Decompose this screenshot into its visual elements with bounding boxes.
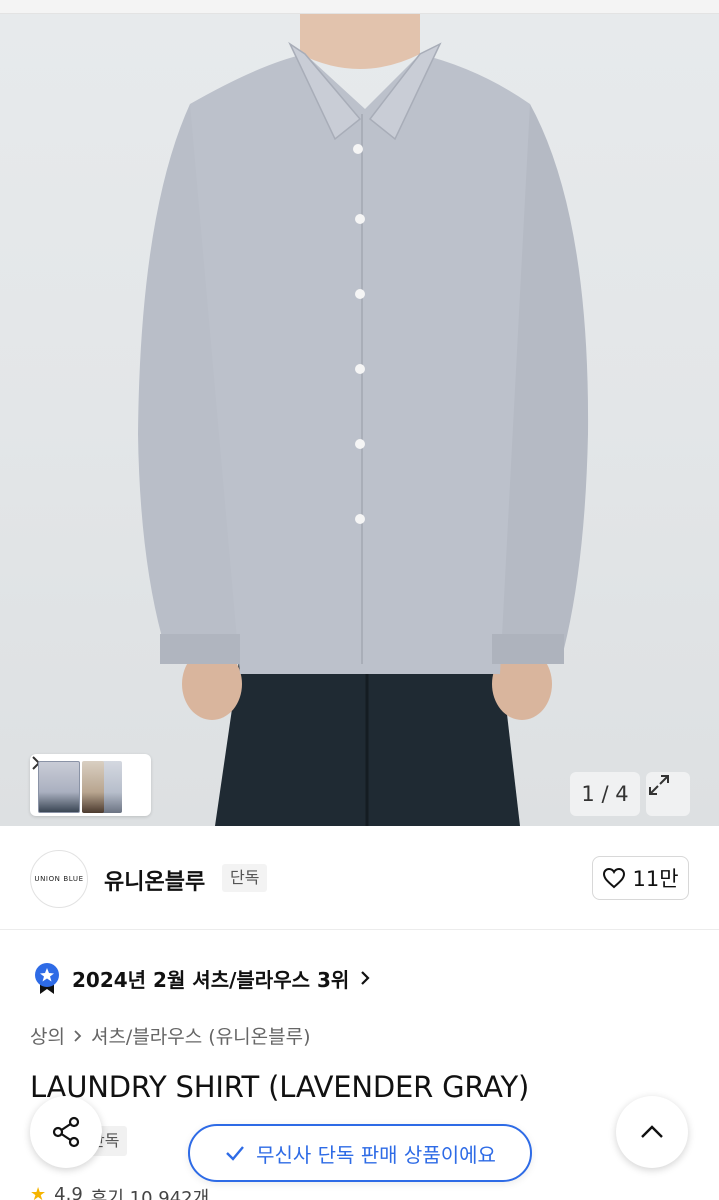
top-strip	[0, 0, 719, 14]
exclusive-badge: 단독	[222, 864, 268, 892]
brand-name[interactable]: 유니온블루	[104, 864, 205, 896]
image-counter: 1 / 4	[570, 772, 640, 816]
exclusive-notice-text: 무신사 단독 판매 상품이에요	[256, 1142, 496, 1167]
thumbnail-1[interactable]	[38, 761, 80, 813]
thumbnail-strip[interactable]	[30, 754, 151, 816]
heart-icon	[603, 867, 626, 889]
breadcrumb-item[interactable]: 상의	[30, 1022, 65, 1049]
rank-badge-icon	[35, 963, 59, 994]
ranking-text: 2024년 2월 셔츠/블라우스 3위	[72, 967, 350, 992]
ranking-link[interactable]: 2024년 2월 셔츠/블라우스 3위	[32, 958, 371, 998]
scroll-top-button[interactable]	[616, 1096, 688, 1168]
thumbnail-stack[interactable]	[36, 757, 126, 813]
chevron-right-icon	[361, 971, 370, 985]
rating-row[interactable]: ★ 4.9 후기 10,942개	[30, 1184, 209, 1200]
like-button[interactable]: 11만	[592, 856, 689, 900]
product-title: LAUNDRY SHIRT (LAVENDER GRAY)	[30, 1070, 530, 1104]
exclusive-notice: 무신사 단독 판매 상품이에요	[188, 1124, 532, 1182]
expand-icon[interactable]	[646, 772, 690, 816]
like-count: 11만	[632, 867, 679, 891]
rating-value: 4.9	[54, 1184, 83, 1200]
product-image-gallery[interactable]: 1 / 4	[0, 14, 719, 826]
chevron-up-icon	[641, 1125, 663, 1138]
review-count: 후기 10,942개	[90, 1188, 210, 1200]
breadcrumb: 상의 셔츠/블라우스 (유니온블루)	[30, 1022, 311, 1049]
thumbnail-2[interactable]	[82, 761, 104, 813]
brand-logo[interactable]: UNION BLUE	[30, 850, 88, 908]
share-icon	[52, 1116, 80, 1148]
product-photo	[138, 14, 589, 826]
chevron-right-icon[interactable]	[32, 756, 145, 795]
share-button[interactable]	[30, 1096, 102, 1168]
star-icon: ★	[30, 1184, 47, 1200]
check-icon	[226, 1146, 244, 1161]
breadcrumb-item[interactable]: 셔츠/블라우스 (유니온블루)	[91, 1022, 311, 1049]
brand-row: UNION BLUE 유니온블루 단독 11만	[0, 826, 719, 930]
chevron-right-icon	[74, 1029, 82, 1042]
